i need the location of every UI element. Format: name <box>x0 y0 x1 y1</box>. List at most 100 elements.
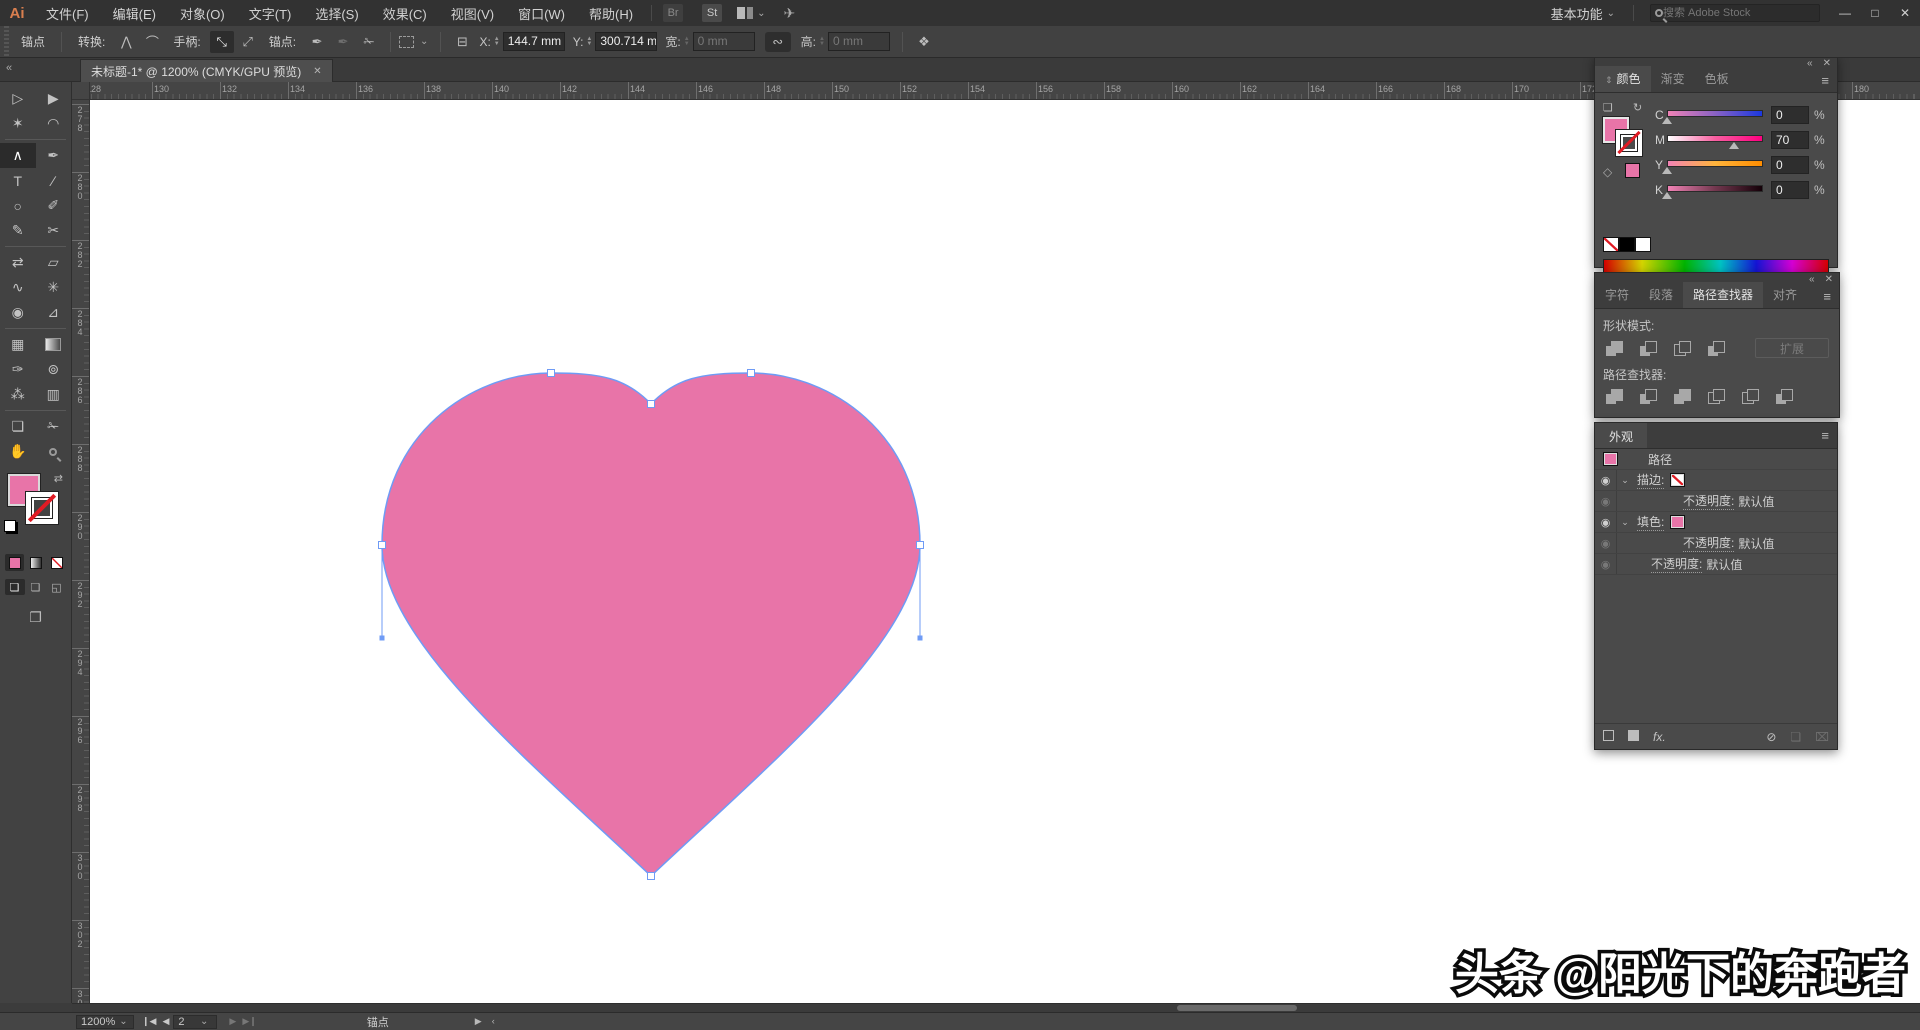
stock-button[interactable]: St <box>702 4 722 22</box>
divide-button[interactable] <box>1603 387 1625 405</box>
collapse-toolbar-icon[interactable]: « <box>6 62 12 74</box>
convert-to-corner-button[interactable]: ⋀ <box>114 31 138 53</box>
maximize-button[interactable]: □ <box>1860 0 1890 26</box>
chevron-down-icon[interactable]: ⌄ <box>1617 517 1633 528</box>
prev-artboard-icon[interactable]: ◀ <box>162 1016 169 1027</box>
share-icon[interactable]: ✈ <box>783 5 795 22</box>
anchor-point[interactable] <box>648 401 655 408</box>
status-flyout-icon[interactable]: ▶ <box>475 1016 482 1027</box>
zoom-tool[interactable] <box>36 439 72 464</box>
isolate-selection-icon[interactable] <box>399 36 414 48</box>
menu-window[interactable]: 窗口(W) <box>506 0 577 26</box>
width-tool[interactable]: ∿ <box>0 275 36 300</box>
opacity-label[interactable]: 不透明度: <box>1651 555 1702 573</box>
draw-behind-button[interactable]: ❏ <box>26 579 46 595</box>
search-input[interactable] <box>1663 7 1793 19</box>
menu-edit[interactable]: 编辑(E) <box>101 0 168 26</box>
handle-end-point[interactable] <box>380 636 385 641</box>
add-effect-button[interactable]: fx. <box>1653 730 1666 744</box>
minus-back-button[interactable] <box>1773 387 1795 405</box>
workspace-switcher[interactable]: 基本功能 ⌄ <box>1543 4 1627 23</box>
paint-gradient-button[interactable] <box>26 554 45 571</box>
line-tool[interactable]: ∕ <box>36 168 72 193</box>
tab-swatches[interactable]: 色板 <box>1695 66 1739 92</box>
scrollbar-thumb[interactable] <box>1177 1005 1297 1011</box>
visibility-eye-icon[interactable]: ◉ <box>1595 491 1617 511</box>
horizontal-scrollbar[interactable] <box>72 1003 1920 1012</box>
menu-file[interactable]: 文件(F) <box>34 0 101 26</box>
appearance-row-object-opacity[interactable]: ◉ 不透明度: 默认值 <box>1595 554 1837 575</box>
default-fill-stroke-icon[interactable] <box>4 520 16 532</box>
visibility-eye-icon[interactable]: ◉ <box>1595 533 1617 553</box>
chevron-down-icon[interactable]: ⌄ <box>1617 475 1633 486</box>
perspective-grid-tool[interactable]: ⊿ <box>36 300 72 325</box>
tab-align[interactable]: 对齐 <box>1763 282 1807 308</box>
menu-view[interactable]: 视图(V) <box>439 0 506 26</box>
ellipse-tool[interactable]: ○ <box>0 193 36 218</box>
eyedropper-tool[interactable]: ✑ <box>0 357 36 382</box>
paintbrush-tool[interactable]: ✐ <box>36 193 72 218</box>
out-of-gamut-icon[interactable]: ◇ <box>1603 165 1612 179</box>
collapse-panel-icon[interactable]: « <box>1809 274 1815 285</box>
appearance-row-stroke[interactable]: ◉ ⌄ 描边: <box>1595 470 1837 491</box>
first-artboard-icon[interactable]: ❙◀ <box>142 1016 156 1027</box>
free-transform-tool[interactable]: ▱ <box>36 250 72 275</box>
in-gamut-swatch[interactable] <box>1625 163 1640 178</box>
new-fill-button[interactable] <box>1628 730 1639 744</box>
cyan-thumb[interactable] <box>1662 117 1672 124</box>
magenta-value[interactable]: 70 <box>1771 131 1809 149</box>
anchor-point[interactable] <box>379 542 386 549</box>
close-button[interactable]: ✕ <box>1890 0 1920 26</box>
unite-button[interactable] <box>1603 339 1625 357</box>
symbol-sprayer-tool[interactable]: ⁂ <box>0 382 36 407</box>
stroke-proxy[interactable] <box>1616 130 1642 156</box>
heart-shape[interactable] <box>382 373 920 876</box>
column-graph-tool[interactable]: ▥ <box>36 382 72 407</box>
swap-colors-icon[interactable]: ↻ <box>1633 101 1642 114</box>
type-tool[interactable]: T <box>0 168 36 193</box>
artboard-number-select[interactable]: 2 ⌄ <box>173 1015 217 1029</box>
tab-gradient[interactable]: 渐变 <box>1651 66 1695 92</box>
new-stroke-button[interactable] <box>1603 730 1614 744</box>
handle-end-point[interactable] <box>918 636 923 641</box>
blend-tool[interactable]: ⊚ <box>36 357 72 382</box>
panel-menu-icon[interactable]: ≡ <box>1813 73 1837 92</box>
white-swatch[interactable] <box>1635 237 1651 252</box>
panel-menu-icon[interactable]: ≡ <box>1815 289 1839 308</box>
tab-paragraph[interactable]: 段落 <box>1639 282 1683 308</box>
black-value[interactable]: 0 <box>1771 181 1809 199</box>
ruler-origin[interactable] <box>72 82 90 100</box>
appearance-row-stroke-opacity[interactable]: ◉ 不透明度: 默认值 <box>1595 491 1837 512</box>
yellow-track[interactable] <box>1667 160 1763 167</box>
appearance-row-fill-opacity[interactable]: ◉ 不透明度: 默认值 <box>1595 533 1837 554</box>
stroke-swatch[interactable] <box>26 492 58 524</box>
yellow-value[interactable]: 0 <box>1771 156 1809 174</box>
tab-pathfinder[interactable]: 路径查找器 <box>1683 282 1763 308</box>
close-panel-icon[interactable]: ✕ <box>1825 274 1833 285</box>
reflect-tool[interactable]: ⇄ <box>0 250 36 275</box>
menu-help[interactable]: 帮助(H) <box>577 0 645 26</box>
zoom-level-select[interactable]: 1200% ⌄ <box>76 1015 134 1029</box>
visibility-eye-icon[interactable]: ◉ <box>1595 470 1617 490</box>
add-anchor-button[interactable]: ✒ <box>305 31 329 53</box>
close-tab-icon[interactable]: ✕ <box>313 66 321 77</box>
stroke-none-swatch[interactable] <box>1670 473 1685 487</box>
minimize-button[interactable]: — <box>1830 0 1860 26</box>
paint-color-button[interactable] <box>5 554 24 571</box>
show-handles-button[interactable]: ⤡ <box>210 31 234 53</box>
draw-inside-button[interactable]: ◱ <box>47 579 67 595</box>
exclude-button[interactable] <box>1705 339 1727 357</box>
opacity-label[interactable]: 不透明度: <box>1683 492 1734 510</box>
menu-object[interactable]: 对象(O) <box>168 0 237 26</box>
intersect-button[interactable] <box>1671 339 1693 357</box>
swap-fill-stroke-icon[interactable]: ⇄ <box>54 472 63 485</box>
convert-to-smooth-button[interactable]: ⌒ <box>140 31 164 53</box>
panel-grip[interactable] <box>4 26 9 57</box>
clear-appearance-icon[interactable]: ⊘ <box>1766 730 1776 744</box>
menu-effect[interactable]: 效果(C) <box>371 0 439 26</box>
hide-handles-button[interactable]: ⤢ <box>236 31 260 53</box>
collapse-panel-icon[interactable]: « <box>1807 58 1813 69</box>
minus-front-button[interactable] <box>1637 339 1659 357</box>
gradient-tool[interactable] <box>36 332 72 357</box>
scissors-tool[interactable]: ✂ <box>36 218 72 243</box>
